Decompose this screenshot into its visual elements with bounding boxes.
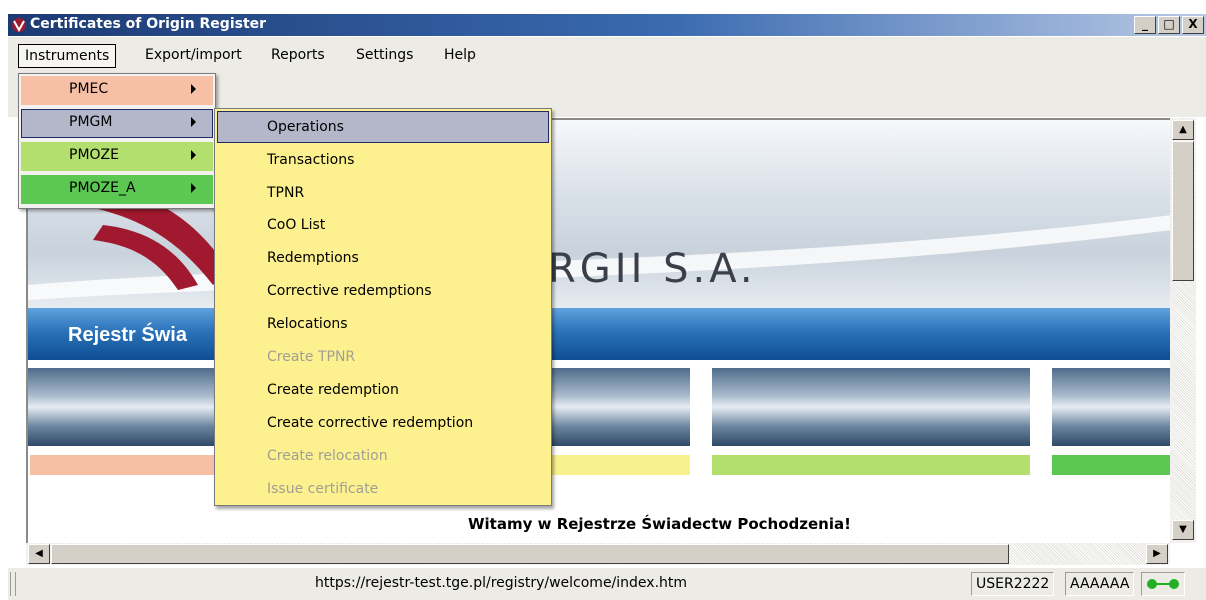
title-band: [28, 308, 1170, 360]
connected-icon: [1141, 572, 1185, 596]
scroll-up-arrow-icon[interactable]: ▲: [1172, 120, 1194, 140]
menu-item-label: PMOZE: [69, 147, 119, 163]
horizontal-scrollbar[interactable]: ◀ ▶: [26, 543, 1170, 565]
pmgm-submenu: Operations Transactions TPNR CoO List Re…: [214, 108, 552, 506]
maximize-button[interactable]: □: [1158, 16, 1180, 34]
status-grip: [10, 572, 16, 596]
vertical-scrollbar[interactable]: ▲ ▼: [1170, 118, 1196, 543]
submenu-item-coo-list[interactable]: CoO List: [217, 209, 549, 241]
submenu-item-issue-certificate: Issue certificate: [217, 473, 549, 505]
status-url: https://rejestr-test.tge.pl/registry/wel…: [315, 575, 688, 591]
menu-item-label: PMEC: [69, 81, 109, 97]
title-bar: Certificates of Origin Register _ □ X: [8, 14, 1206, 36]
menu-item-pmgm[interactable]: PMGM: [21, 109, 213, 138]
submenu-item-label: Redemptions: [267, 250, 359, 266]
window-title: Certificates of Origin Register: [30, 16, 267, 32]
submenu-item-label: TPNR: [267, 185, 305, 201]
submenu-item-create-corrective-redemption[interactable]: Create corrective redemption: [217, 407, 549, 439]
status-bar: https://rejestr-test.tge.pl/registry/wel…: [8, 568, 1206, 600]
image-tile: [1052, 368, 1170, 446]
menu-item-label: PMOZE_A: [69, 180, 136, 196]
submenu-item-create-redemption[interactable]: Create redemption: [217, 374, 549, 406]
app-logo-icon: [12, 18, 26, 33]
submenu-arrow-icon: [191, 84, 196, 94]
vertical-scroll-thumb[interactable]: [1172, 141, 1194, 281]
submenu-item-operations[interactable]: Operations: [217, 111, 549, 143]
submenu-item-label: Issue certificate: [267, 481, 379, 497]
submenu-item-corrective-redemptions[interactable]: Corrective redemptions: [217, 275, 549, 307]
submenu-item-tpnr[interactable]: TPNR: [217, 177, 549, 209]
submenu-arrow-icon: [191, 150, 196, 160]
menu-instruments[interactable]: Instruments: [18, 44, 117, 68]
company-name-text: RGII S.A.: [548, 246, 757, 292]
horizontal-scroll-thumb[interactable]: [51, 544, 1009, 564]
image-tile: [28, 368, 216, 446]
submenu-item-label: Transactions: [267, 152, 355, 168]
menu-item-pmec[interactable]: PMEC: [21, 76, 213, 105]
submenu-item-create-tpnr: Create TPNR: [217, 341, 549, 373]
minimize-button[interactable]: _: [1134, 16, 1156, 34]
menu-item-label: PMGM: [69, 114, 113, 130]
welcome-heading: Witamy w Rejestrze Świadectw Pochodzenia…: [468, 515, 851, 533]
pmec-color-bar: [30, 455, 218, 475]
submenu-item-label: CoO List: [267, 217, 326, 233]
status-user: USER2222: [971, 572, 1055, 596]
submenu-item-label: Operations: [267, 119, 344, 135]
pmoze-color-bar: [712, 455, 1030, 475]
submenu-item-transactions[interactable]: Transactions: [217, 144, 549, 176]
pmgm-color-bar: [548, 455, 690, 475]
scroll-left-arrow-icon[interactable]: ◀: [28, 544, 50, 564]
menu-reports[interactable]: Reports: [265, 44, 331, 68]
close-button[interactable]: X: [1182, 16, 1204, 34]
submenu-arrow-icon: [191, 117, 196, 127]
menu-settings[interactable]: Settings: [350, 44, 419, 68]
submenu-item-label: Create redemption: [267, 382, 399, 398]
window-controls: _ □ X: [1134, 16, 1204, 34]
image-tile: [548, 368, 690, 446]
menu-item-pmoze-a[interactable]: PMOZE_A: [21, 175, 213, 204]
submenu-item-label: Create relocation: [267, 448, 388, 464]
submenu-item-label: Relocations: [267, 316, 348, 332]
submenu-item-redemptions[interactable]: Redemptions: [217, 242, 549, 274]
image-tile: [712, 368, 1030, 446]
submenu-item-create-relocation: Create relocation: [217, 440, 549, 472]
scroll-down-arrow-icon[interactable]: ▼: [1172, 520, 1194, 540]
register-title: Rejestr Świa: [68, 324, 187, 346]
menu-export-import[interactable]: Export/import: [139, 44, 248, 68]
menu-item-pmoze[interactable]: PMOZE: [21, 142, 213, 171]
pmoze-a-color-bar: [1052, 455, 1170, 475]
scroll-right-arrow-icon[interactable]: ▶: [1146, 544, 1168, 564]
status-account: AAAAAA: [1065, 572, 1135, 596]
submenu-arrow-icon: [191, 183, 196, 193]
menu-help[interactable]: Help: [438, 44, 482, 68]
submenu-item-relocations[interactable]: Relocations: [217, 308, 549, 340]
submenu-item-label: Create TPNR: [267, 349, 356, 365]
submenu-item-label: Create corrective redemption: [267, 415, 474, 431]
instruments-dropdown: PMEC PMGM PMOZE PMOZE_A: [18, 73, 216, 209]
submenu-item-label: Corrective redemptions: [267, 283, 432, 299]
menu-bar: Instruments Export/import Reports Settin…: [8, 37, 1206, 75]
